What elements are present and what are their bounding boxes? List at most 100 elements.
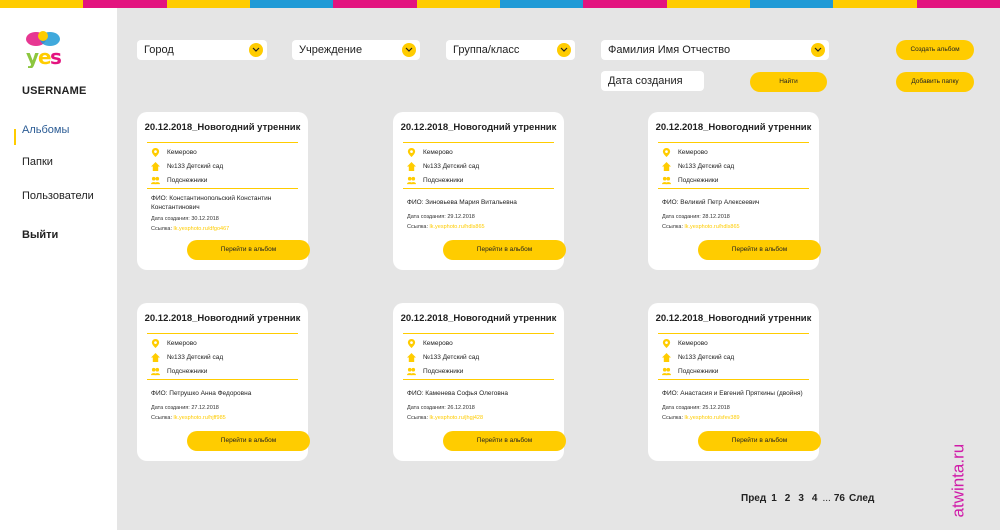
open-album-button[interactable]: Перейти в альбом — [187, 240, 310, 260]
house-icon — [407, 162, 416, 171]
find-button[interactable]: Найти — [750, 72, 827, 92]
username-label: USERNAME — [22, 85, 87, 97]
group-row: Подснежники — [151, 176, 207, 185]
group-row: Подснежники — [151, 367, 207, 376]
fio-select[interactable]: Фамилия Имя Отчество — [601, 40, 829, 60]
album-title: 20.12.2018_Новогодний утренник — [400, 313, 557, 324]
location-pin-icon — [407, 148, 416, 157]
created-date-value: 27.12.2018 — [191, 405, 219, 411]
link-row: Ссылка: lk.yesphoto.ru/jhgj428 — [407, 415, 483, 421]
stripe-segment — [583, 0, 667, 8]
pagination-page-4[interactable]: 4 — [812, 493, 818, 504]
watermark: atwinta.ru — [946, 395, 972, 520]
album-link[interactable]: lk.yesphoto.ru/dfgo467 — [174, 226, 230, 232]
fio-text: ФИО: Константинопольский Константин Конс… — [151, 195, 272, 211]
pagination-ellipsis: ... — [822, 493, 831, 504]
open-album-button[interactable]: Перейти в альбом — [187, 431, 310, 451]
city-row: Кемерово — [407, 148, 453, 157]
created-date-label: Дата создания: — [151, 405, 192, 411]
stripe-segment — [833, 0, 917, 8]
group-value: Подснежники — [678, 177, 719, 184]
pagination-page-2[interactable]: 2 — [785, 493, 791, 504]
sidebar-item-folders[interactable]: Папки — [22, 156, 53, 168]
divider — [147, 379, 298, 380]
fio-text: ФИО: Каменева Софья Олеговна — [407, 390, 509, 397]
album-link[interactable]: lk.yesphoto.ru/hdls865 — [430, 224, 485, 230]
created-date-field[interactable]: Дата создания — [601, 71, 704, 91]
group-row: Подснежники — [662, 176, 718, 185]
fio-text: ФИО: Анастасия и Евгений Пряткины (двойн… — [662, 390, 803, 397]
pagination-next[interactable]: След — [849, 493, 874, 504]
link-label: Ссылка: — [407, 415, 430, 421]
location-pin-icon — [151, 148, 160, 157]
school-row: №133 Детский сад — [407, 353, 479, 362]
logo-icon: y e s — [26, 31, 62, 69]
album-link[interactable]: lk.yesphoto.ru/sfev389 — [685, 415, 740, 421]
open-album-button[interactable]: Перейти в альбом — [443, 240, 566, 260]
logout-link[interactable]: Выйти — [22, 229, 58, 241]
city-select[interactable]: Город — [137, 40, 267, 60]
group-row: Подснежники — [662, 367, 718, 376]
school-row: №133 Детский сад — [151, 353, 223, 362]
create-album-button[interactable]: Создать альбом — [896, 40, 974, 60]
divider — [147, 333, 298, 334]
house-icon — [662, 353, 671, 362]
house-icon — [407, 353, 416, 362]
pagination-page-last[interactable]: 76 — [834, 493, 845, 504]
sidebar-item-albums[interactable]: Альбомы — [22, 124, 69, 136]
chevron-down-icon — [402, 43, 416, 57]
album-card: 20.12.2018_Новогодний утренник Кемерово №1… — [137, 303, 310, 461]
album-link[interactable]: lk.yesphoto.ru/jhgj428 — [430, 415, 484, 421]
main-content: Город Учреждение Группа/класс Фамилия Им… — [117, 8, 1000, 530]
open-album-button[interactable]: Перейти в альбом — [443, 431, 566, 451]
group-row: Подснежники — [407, 367, 463, 376]
city-value: Кемерово — [678, 149, 708, 156]
city-row: Кемерово — [151, 339, 197, 348]
group-select[interactable]: Группа/класс — [446, 40, 575, 60]
album-link[interactable]: lk.yesphoto.ru/hjff985 — [174, 415, 226, 421]
created-date-row: Дата создания: 25.12.2018 — [662, 405, 730, 411]
logo[interactable]: y e s — [22, 30, 64, 69]
stripe-segment — [916, 0, 1000, 8]
divider — [658, 142, 809, 143]
school-value: №133 Детский сад — [423, 163, 480, 170]
school-row: №133 Детский сад — [662, 353, 734, 362]
created-date-label: Дата создания: — [662, 214, 703, 220]
pagination-page-1[interactable]: 1 — [771, 493, 777, 504]
group-select-label: Группа/класс — [453, 44, 520, 56]
add-folder-button[interactable]: Добавить папку — [896, 72, 974, 92]
open-album-button[interactable]: Перейти в альбом — [698, 431, 821, 451]
sidebar-item-users[interactable]: Пользователи — [22, 190, 94, 202]
fio-text: ФИО: Зиновьева Мария Витальевна — [407, 199, 517, 206]
link-label: Ссылка: — [151, 226, 174, 232]
created-date-value: 28.12.2018 — [702, 214, 730, 220]
group-value: Подснежники — [678, 368, 719, 375]
album-link[interactable]: lk.yesphoto.ru/hdls865 — [685, 224, 740, 230]
group-value: Подснежники — [423, 177, 464, 184]
school-value: №133 Детский сад — [423, 354, 480, 361]
created-date-value: 26.12.2018 — [447, 405, 475, 411]
institution-select-label: Учреждение — [299, 44, 363, 56]
school-value: №133 Детский сад — [167, 354, 224, 361]
pagination-prev[interactable]: Пред — [741, 493, 766, 504]
stripe-segment — [249, 0, 334, 8]
link-row: Ссылка: lk.yesphoto.ru/sfev389 — [662, 415, 740, 421]
album-title: 20.12.2018_Новогодний утренник — [655, 313, 812, 324]
open-album-button[interactable]: Перейти в альбом — [698, 240, 821, 260]
link-label: Ссылка: — [662, 415, 685, 421]
people-icon — [407, 176, 416, 185]
institution-select[interactable]: Учреждение — [292, 40, 420, 60]
city-value: Кемерово — [167, 340, 197, 347]
stripe-segment — [666, 0, 750, 8]
created-date-row: Дата создания: 26.12.2018 — [407, 405, 475, 411]
city-select-label: Город — [144, 44, 174, 56]
city-value: Кемерово — [423, 340, 453, 347]
divider — [658, 188, 809, 189]
created-date-row: Дата создания: 30.12.2018 — [151, 216, 219, 222]
created-date-label: Дата создания: — [407, 214, 448, 220]
pagination-page-3[interactable]: 3 — [798, 493, 804, 504]
group-value: Подснежники — [167, 177, 208, 184]
link-label: Ссылка: — [151, 415, 174, 421]
school-row: №133 Детский сад — [407, 162, 479, 171]
fio-text: ФИО: Великий Петр Алексеевич — [662, 199, 760, 206]
